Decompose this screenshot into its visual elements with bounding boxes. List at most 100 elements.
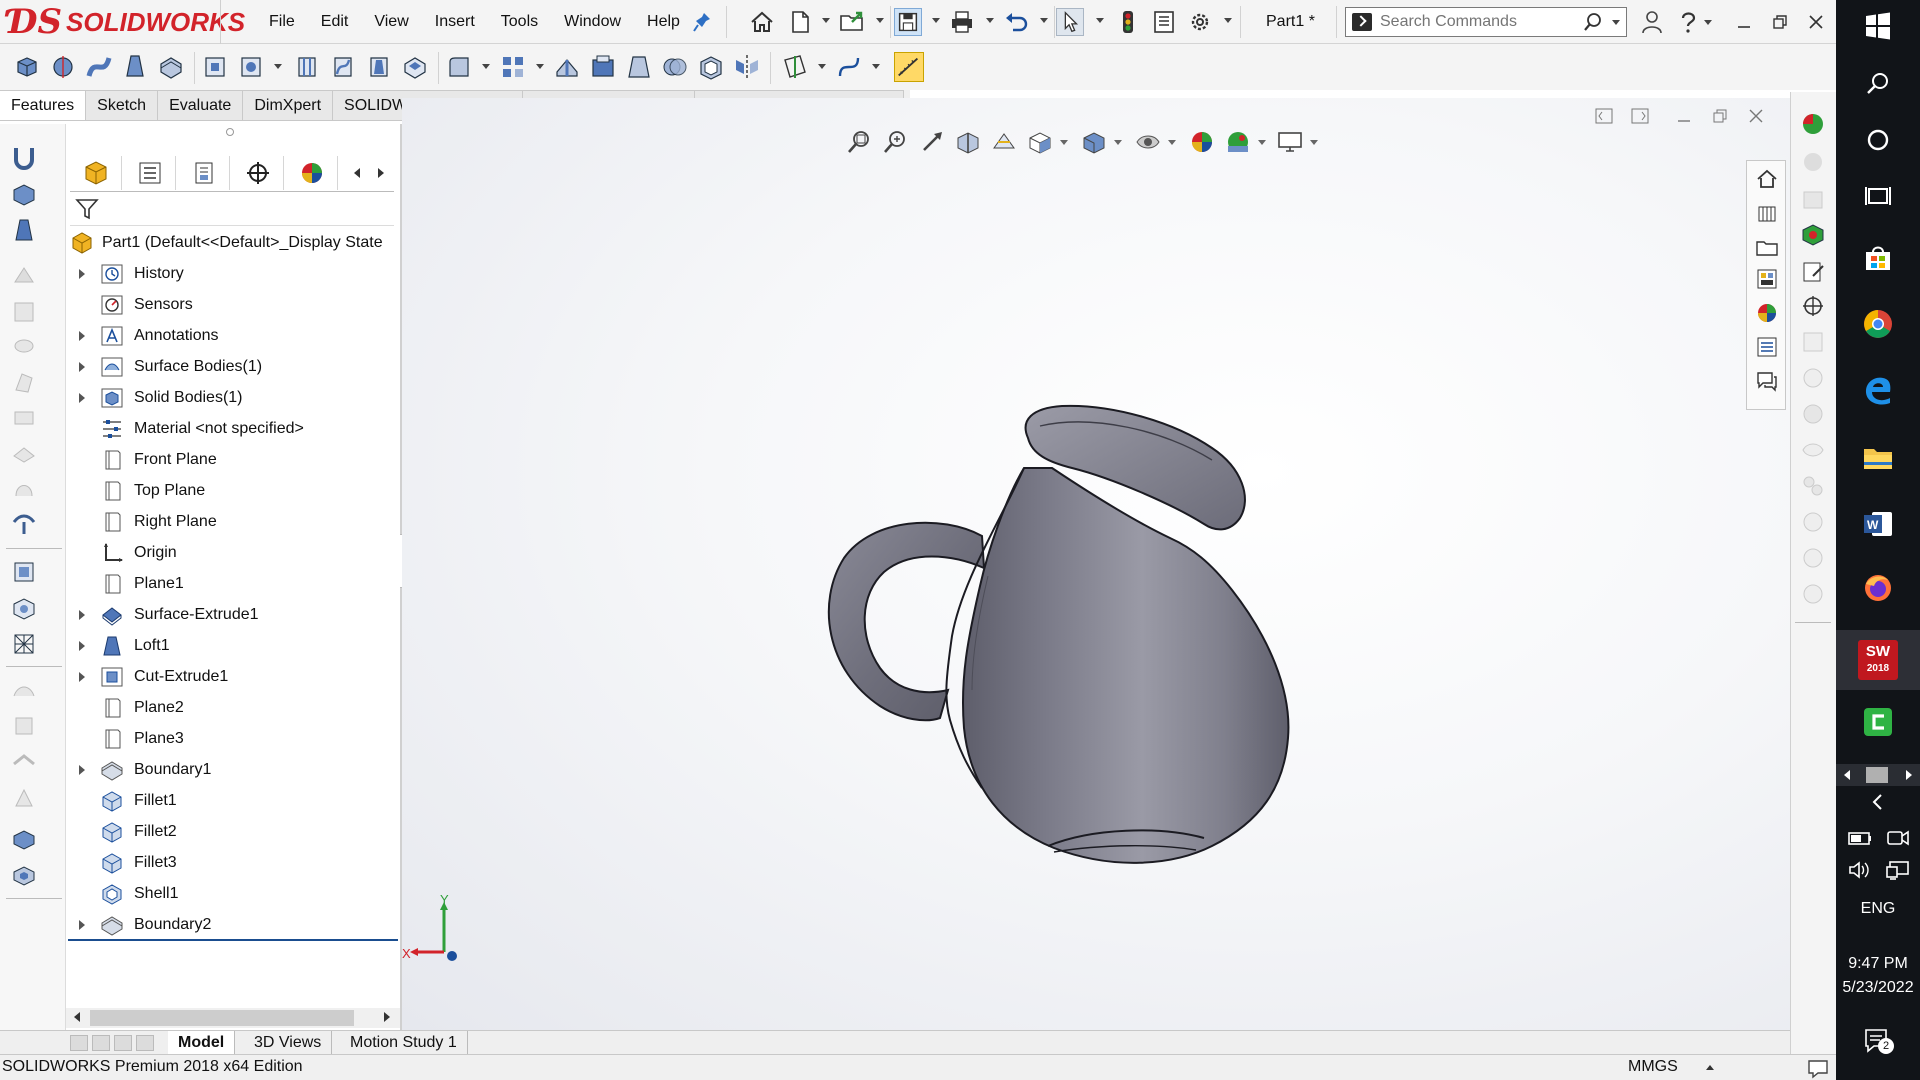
feature-tree-item[interactable]: Material <not specified> [66,414,400,444]
feature-tree-item[interactable]: Annotations [66,321,400,351]
select-dropdown-icon[interactable] [1096,18,1104,23]
tab-nav-next[interactable] [114,1035,132,1051]
menu-edit[interactable]: Edit [308,0,362,44]
home-icon[interactable] [748,8,776,36]
feature-tree-item[interactable]: Right Plane [66,507,400,537]
feature-tree-horizontal-scrollbar[interactable] [66,1008,400,1028]
volume-icon[interactable] [1846,858,1874,882]
tab-model[interactable]: Model [168,1031,236,1055]
expand-arrow-icon[interactable] [79,765,85,775]
viewport-tile-left-icon[interactable] [1594,106,1614,126]
expand-arrow-icon[interactable] [79,393,85,403]
tab-nav-prev[interactable] [92,1035,110,1051]
wrap-icon[interactable] [588,52,618,82]
tab-motion-study-1[interactable]: Motion Study 1 [340,1031,468,1055]
action-center-button[interactable]: 2 [1862,1026,1894,1056]
hide-show-dropdown-icon[interactable] [1168,140,1176,145]
filter-icon[interactable] [74,196,100,222]
options-gear-icon[interactable] [1186,8,1214,36]
section-view-icon[interactable] [954,128,982,156]
display-style-icon[interactable] [1080,128,1108,156]
linear-pattern-icon[interactable] [498,52,528,82]
hole-wizard-icon[interactable] [236,52,266,82]
feature-tree-item[interactable]: Sensors [66,290,400,320]
swept-boss-icon[interactable] [84,52,114,82]
feature-manager-tab[interactable] [70,156,122,190]
rib-icon[interactable] [552,52,582,82]
feature-tree-item[interactable]: Front Plane [66,445,400,475]
appearances-ball-icon[interactable] [1755,301,1779,325]
display-manager-tab[interactable] [286,156,338,190]
menu-insert[interactable]: Insert [422,0,488,44]
mesh-tool-icon[interactable] [10,630,38,658]
view-settings-monitor-icon[interactable] [1276,128,1304,156]
magnet-tool-icon[interactable] [10,144,38,172]
scroll-left-arrow-icon[interactable] [74,1012,80,1022]
cortana-icon[interactable] [1860,122,1896,158]
feature-tree-item[interactable]: Boundary2 [66,910,400,940]
boss-extrude-tool-icon[interactable] [10,180,38,208]
apply-scene-icon[interactable] [1224,128,1252,156]
open-folder-icon[interactable] [838,8,866,36]
rebuild-traffic-light-icon[interactable] [1114,8,1142,36]
tab-features[interactable]: Features [0,90,87,120]
fillet-icon[interactable] [444,52,474,82]
rebuild-status-icon[interactable] [1806,1057,1830,1079]
task-view-icon[interactable] [1860,178,1896,214]
tabs-scroll-right[interactable] [370,156,392,190]
print-icon[interactable] [948,8,976,36]
reference-geometry-dropdown-icon[interactable] [818,64,826,69]
view-palette-icon[interactable] [1799,220,1827,248]
configuration-manager-tab[interactable] [178,156,230,190]
pitcher-3d-model[interactable] [792,318,1392,898]
unit-system-selector[interactable]: MMGS [1628,1058,1678,1076]
file-properties-icon[interactable] [1150,8,1178,36]
meet-now-icon[interactable] [1884,826,1912,850]
view-orientation-dropdown-icon[interactable] [1060,140,1068,145]
input-language-indicator[interactable]: ENG [1836,900,1920,918]
word-icon[interactable]: W [1860,506,1896,542]
new-dropdown-icon[interactable] [822,18,830,23]
tabs-scroll-left[interactable] [346,156,368,190]
windows-start-icon[interactable] [1860,8,1896,44]
menu-tools[interactable]: Tools [488,0,551,44]
feature-tree-item[interactable]: Surface Bodies(1) [66,352,400,382]
battery-icon[interactable] [1846,826,1874,850]
expand-arrow-icon[interactable] [79,920,85,930]
lofted-cut-icon[interactable] [364,52,394,82]
expand-arrow-icon[interactable] [79,362,85,372]
taskbar-scroll-left-icon[interactable] [1844,770,1850,780]
feature-tree-item[interactable]: Boundary1 [66,755,400,785]
network-icon[interactable] [1884,858,1912,882]
search-commands-box[interactable] [1345,7,1627,37]
feature-tree-item[interactable]: Surface-Extrude1 [66,600,400,630]
solidworks-taskbar-active[interactable]: SW 2018 [1836,630,1920,690]
draft-icon[interactable] [624,52,654,82]
feature-tree-item[interactable]: Fillet3 [66,848,400,878]
curves-icon[interactable] [834,52,864,82]
custom-properties-list-icon[interactable] [1755,335,1779,359]
display-style-dropdown-icon[interactable] [1114,140,1122,145]
curves-dropdown-icon[interactable] [872,64,880,69]
offset-surface-tool-icon[interactable] [10,558,38,586]
taskbar-scroll-thumb[interactable] [1866,767,1888,783]
shell-icon[interactable] [696,52,726,82]
file-explorer-icon[interactable] [1755,235,1779,259]
revolved-boss-icon[interactable] [48,52,78,82]
edit-appearance-icon[interactable] [1188,128,1216,156]
help-dropdown-icon[interactable] [1696,0,1720,44]
revolved-cut-icon[interactable] [292,52,322,82]
chrome-icon[interactable] [1860,306,1896,342]
feature-tree-item[interactable]: Cut-Extrude1 [66,662,400,692]
feature-tree-item[interactable]: Top Plane [66,476,400,506]
hide-show-items-icon[interactable] [1134,128,1162,156]
zoom-to-fit-icon[interactable] [846,128,874,156]
knit-surface-tool-icon[interactable] [10,594,38,622]
taskbar-scroll-right-icon[interactable] [1906,770,1912,780]
feature-tree-item[interactable]: Loft1 [66,631,400,661]
system-clock[interactable]: 9:47 PM 5/23/2022 [1836,952,1920,1000]
pattern-dropdown-icon[interactable] [536,64,544,69]
previous-view-icon[interactable] [918,128,946,156]
design-library-pane-icon[interactable] [1755,201,1779,225]
minimize-window-icon[interactable] [1726,0,1762,44]
